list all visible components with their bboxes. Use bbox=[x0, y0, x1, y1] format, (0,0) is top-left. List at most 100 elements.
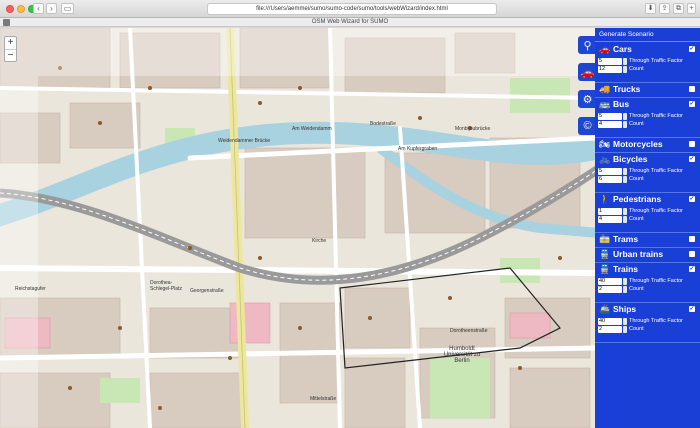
count-label: Count bbox=[629, 216, 644, 222]
trains-count-input[interactable]: 2 bbox=[598, 286, 622, 293]
cars-count-input[interactable]: 12 bbox=[598, 66, 622, 73]
map-tiles bbox=[0, 28, 595, 428]
mode-header-bus[interactable]: 🚌 Bus ✓ bbox=[595, 98, 700, 111]
new-tab-button[interactable]: + bbox=[687, 3, 696, 14]
street-label-mittelstrasse: Mittelstraße bbox=[310, 396, 337, 402]
motorcycles-icon: 🏍 bbox=[599, 139, 611, 149]
bus-count-stepper[interactable] bbox=[623, 121, 627, 128]
tab-title[interactable]: OSM Web Wizard for SUMO bbox=[0, 18, 700, 27]
mode-header-trucks[interactable]: 🚚 Trucks bbox=[595, 83, 700, 96]
mode-checkbox-cars[interactable]: ✓ bbox=[689, 46, 695, 52]
pedestrians-factor-stepper[interactable] bbox=[623, 208, 627, 215]
tabs-overview-button[interactable]: ⧉ bbox=[673, 3, 684, 14]
ships-icon: 🚢 bbox=[599, 304, 611, 314]
address-bar[interactable]: file:///Users/aemmei/sumo/sumo-code/sumo… bbox=[207, 3, 497, 15]
tabs-icon: ⧉ bbox=[676, 5, 681, 12]
pedestrians-count-input[interactable]: 4 bbox=[598, 216, 622, 223]
mode-checkbox-bus[interactable]: ✓ bbox=[689, 101, 695, 107]
mode-label: Bus bbox=[613, 99, 630, 109]
mode-checkbox-urban_trains[interactable] bbox=[689, 251, 695, 257]
mode-checkbox-bicycles[interactable]: ✓ bbox=[689, 156, 695, 162]
cars-icon: 🚗 bbox=[599, 44, 611, 54]
bicycles-icon: 🚲 bbox=[599, 154, 611, 164]
ships-count-stepper[interactable] bbox=[623, 326, 627, 333]
trains-factor-stepper[interactable] bbox=[623, 278, 627, 285]
count-label: Count bbox=[629, 286, 644, 292]
factor-label: Through Traffic Factor bbox=[629, 58, 684, 64]
browser-toolbar: ‹ › ▭ file:///Users/aemmei/sumo/sumo-cod… bbox=[0, 0, 700, 18]
bus-factor-input[interactable]: 5 bbox=[598, 113, 622, 120]
mode-trucks: 🚚 Trucks bbox=[595, 83, 700, 98]
street-label-am-kupfergraben: Am Kupfergraben bbox=[398, 146, 438, 152]
ships-factor-stepper[interactable] bbox=[623, 318, 627, 325]
mode-header-cars[interactable]: 🚗 Cars ✓ bbox=[595, 43, 700, 56]
factor-label: Through Traffic Factor bbox=[629, 113, 684, 119]
mode-header-bicycles[interactable]: 🚲 Bicycles ✓ bbox=[595, 153, 700, 166]
mode-header-trains[interactable]: 🚆 Trains ✓ bbox=[595, 263, 700, 276]
count-label: Count bbox=[629, 66, 644, 72]
cars-factor-input[interactable]: 5 bbox=[598, 58, 622, 65]
mode-header-trams[interactable]: 🚋 Trams bbox=[595, 233, 700, 246]
bus-factor-stepper[interactable] bbox=[623, 113, 627, 120]
copyright-icon: © bbox=[583, 120, 592, 132]
mode-label: Pedestrians bbox=[613, 194, 662, 204]
download-button[interactable]: ⬇ bbox=[645, 3, 656, 14]
trucks-icon: 🚚 bbox=[599, 84, 611, 94]
count-label: Count bbox=[629, 176, 644, 182]
cars-count-stepper[interactable] bbox=[623, 66, 627, 73]
trains-count-stepper[interactable] bbox=[623, 286, 627, 293]
place-label-dorothea-schlegel-platz: Dorothea-Schlegel-Platz bbox=[150, 280, 182, 292]
mode-label: Ships bbox=[613, 304, 637, 314]
mode-label: Bicycles bbox=[613, 154, 648, 164]
mode-label: Motorcycles bbox=[613, 139, 663, 149]
chevron-left-icon: ‹ bbox=[37, 4, 40, 13]
mode-checkbox-trains[interactable]: ✓ bbox=[689, 266, 695, 272]
mode-checkbox-trucks[interactable] bbox=[689, 86, 695, 92]
mode-header-urban_trains[interactable]: 🚆 Urban trains bbox=[595, 248, 700, 261]
mode-motorcycles: 🏍 Motorcycles bbox=[595, 138, 700, 153]
trains-factor-input[interactable]: 40 bbox=[598, 278, 622, 285]
street-label-monbijou-bruecke: Monbijoubrücke bbox=[455, 126, 491, 132]
cars-factor-stepper[interactable] bbox=[623, 58, 627, 65]
back-button[interactable]: ‹ bbox=[33, 3, 44, 14]
bicycles-factor-stepper[interactable] bbox=[623, 168, 627, 175]
generate-scenario-button[interactable]: Generate Scenario bbox=[595, 28, 700, 42]
sidebar-toggle-button[interactable]: ▭ bbox=[61, 3, 74, 14]
mode-checkbox-trams[interactable] bbox=[689, 236, 695, 242]
bicycles-count-stepper[interactable] bbox=[623, 176, 627, 183]
urban_trains-icon: 🚆 bbox=[599, 249, 611, 259]
mode-label: Urban trains bbox=[613, 249, 664, 259]
bicycles-count-input[interactable]: 6 bbox=[598, 176, 622, 183]
mode-checkbox-pedestrians[interactable]: ✓ bbox=[689, 196, 695, 202]
close-window-button[interactable] bbox=[6, 5, 14, 13]
pedestrians-count-stepper[interactable] bbox=[623, 216, 627, 223]
browser-window: ‹ › ▭ file:///Users/aemmei/sumo/sumo-cod… bbox=[0, 0, 700, 428]
pedestrians-factor-input[interactable]: 1 bbox=[598, 208, 622, 215]
place-label-humboldt-universitaet: Humboldt Universität zu Berlin bbox=[443, 346, 481, 364]
sidebar-icon: ▭ bbox=[63, 4, 72, 13]
mode-header-ships[interactable]: 🚢 Ships ✓ bbox=[595, 303, 700, 316]
mode-bus: 🚌 Bus ✓ 5 Through Traffic Factor 4 Count bbox=[595, 98, 700, 138]
map-canvas[interactable]: Am Weidendamm Am Kupfergraben Bodestraße… bbox=[0, 28, 595, 428]
map-pin-icon: ⚲ bbox=[583, 39, 592, 52]
street-label-georgenstrasse: Georgenstraße bbox=[190, 288, 224, 294]
mode-checkbox-motorcycles[interactable] bbox=[689, 141, 695, 147]
count-label: Count bbox=[629, 121, 644, 127]
ships-count-input[interactable]: 2 bbox=[598, 326, 622, 333]
mode-bicycles: 🚲 Bicycles ✓ 5 Through Traffic Factor 6 Count bbox=[595, 153, 700, 193]
bus-count-input[interactable]: 4 bbox=[598, 121, 622, 128]
mode-label: Cars bbox=[613, 44, 632, 54]
share-button[interactable]: ⇪ bbox=[659, 3, 670, 14]
bicycles-factor-input[interactable]: 5 bbox=[598, 168, 622, 175]
bus-icon: 🚌 bbox=[599, 99, 611, 109]
mode-header-pedestrians[interactable]: 🚶 Pedestrians ✓ bbox=[595, 193, 700, 206]
zoom-in-button[interactable]: + bbox=[5, 37, 16, 49]
gear-icon: ⚙ bbox=[582, 93, 593, 106]
minimize-window-button[interactable] bbox=[17, 5, 25, 13]
mode-label: Trains bbox=[613, 264, 639, 274]
mode-checkbox-ships[interactable]: ✓ bbox=[689, 306, 695, 312]
forward-button[interactable]: › bbox=[46, 3, 57, 14]
mode-header-motorcycles[interactable]: 🏍 Motorcycles bbox=[595, 138, 700, 151]
zoom-out-button[interactable]: − bbox=[5, 49, 16, 61]
ships-factor-input[interactable]: 40 bbox=[598, 318, 622, 325]
